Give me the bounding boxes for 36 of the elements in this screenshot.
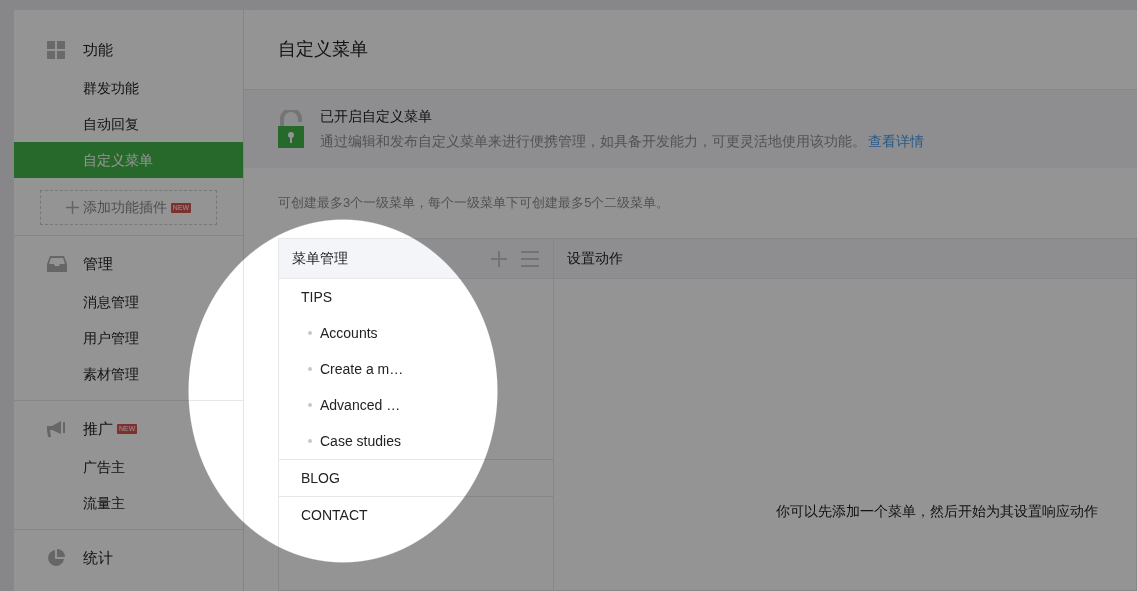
sidebar-item[interactable]: 自动回复 — [14, 106, 243, 142]
lock-icon — [278, 110, 304, 148]
sidebar-item[interactable]: 消息管理 — [14, 284, 243, 320]
menu-item[interactable]: BLOG — [279, 460, 553, 496]
tray-icon — [47, 256, 67, 272]
sidebar-item[interactable]: 流量主 — [14, 485, 243, 521]
section-title: 功能 — [83, 39, 113, 60]
bullet-icon — [308, 403, 312, 407]
grid-icon — [47, 41, 65, 59]
submenu-item[interactable]: Case studies — [320, 430, 401, 452]
section-title: 推广 — [83, 418, 113, 439]
empty-state-text: 你可以先添加一个菜单，然后开始为其设置响应动作 — [776, 502, 1098, 521]
submenu-item[interactable]: Create a m… — [320, 358, 404, 380]
page-title: 自定义菜单 — [278, 38, 368, 61]
submenu-item[interactable]: Advanced … — [320, 394, 401, 416]
add-icon[interactable] — [491, 250, 507, 267]
megaphone-icon — [47, 421, 67, 437]
sidebar-item[interactable]: 用户管理 — [14, 320, 243, 356]
notice-text: 通过编辑和发布自定义菜单来进行便携管理，如具备开发能力，可更灵活地使用该功能。查看详情 — [320, 132, 924, 151]
bullet-icon — [308, 367, 312, 371]
bullet-icon — [308, 331, 312, 335]
sidebar-item[interactable]: 广告主 — [14, 449, 243, 485]
section-title: 统计 — [83, 547, 113, 568]
panel-title: 设置动作 — [567, 249, 623, 268]
pie-chart-icon — [47, 549, 65, 567]
panel-title: 菜单管理 — [292, 249, 349, 268]
sidebar-item[interactable]: 素材管理 — [14, 356, 243, 392]
section-title: 管理 — [83, 253, 113, 274]
menu-icon[interactable] — [521, 250, 539, 267]
bullet-icon — [308, 439, 312, 443]
submenu-item[interactable]: Accounts — [320, 322, 378, 344]
menu-item[interactable]: CONTACT — [279, 497, 553, 533]
plus-icon — [65, 201, 79, 214]
menu-item[interactable]: TIPS — [279, 279, 553, 315]
notice-title: 已开启自定义菜单 — [320, 107, 433, 126]
sidebar-item[interactable]: 群发功能 — [14, 70, 243, 106]
